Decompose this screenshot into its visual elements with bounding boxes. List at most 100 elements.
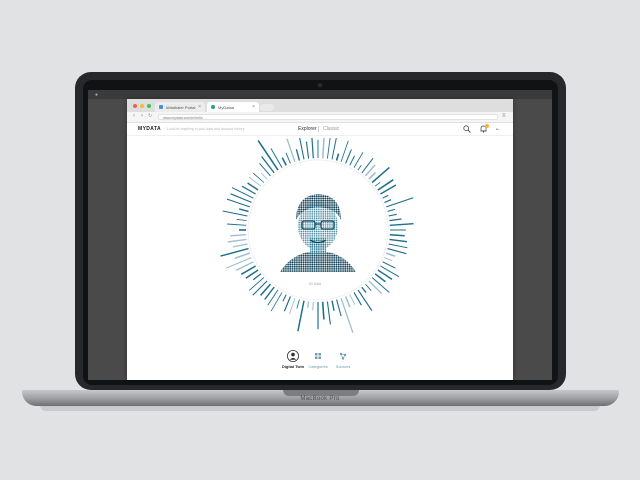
- data-bar: [261, 156, 275, 174]
- data-bar: [231, 187, 254, 199]
- data-bar: [226, 257, 252, 269]
- data-bar: [349, 294, 356, 305]
- data-bar: [248, 277, 265, 291]
- data-bar: [374, 273, 386, 283]
- data-bar: [289, 298, 296, 315]
- tab-portal[interactable]: #Mathaler Portal ×: [155, 102, 205, 112]
- data-bar: [349, 155, 356, 166]
- data-bar: [331, 138, 337, 160]
- tab-label: MyDataa: [218, 105, 235, 110]
- notification-badge: [485, 124, 489, 128]
- data-bar: [236, 218, 247, 222]
- data-bar: [285, 152, 291, 164]
- data-bar: [307, 301, 310, 308]
- data-bar: [345, 149, 352, 164]
- data-bar: [361, 286, 367, 294]
- data-bar: [389, 218, 402, 222]
- data-bar: [357, 289, 373, 312]
- data-bar: [270, 292, 283, 312]
- data-bar: [305, 141, 310, 159]
- data-bar: [252, 273, 262, 281]
- data-bar: [382, 194, 389, 199]
- maximize-window-button[interactable]: [147, 104, 151, 108]
- portal-favicon-icon: [159, 105, 163, 109]
- data-bar: [380, 265, 400, 278]
- data-bar: [384, 257, 393, 262]
- twin-caption: All Data: [308, 282, 322, 286]
- data-bar: [297, 300, 305, 332]
- data-bar: [374, 181, 381, 187]
- data-bar: [230, 234, 247, 237]
- tab-label: #Mathaler Portal: [166, 105, 196, 110]
- network-icon: [339, 352, 347, 360]
- data-bar: [295, 149, 301, 161]
- data-bar: [389, 223, 414, 226]
- person-icon: [287, 350, 299, 362]
- more-options-icon[interactable]: •◦: [496, 127, 500, 133]
- data-bar: [357, 164, 362, 171]
- data-bar: [344, 296, 351, 308]
- mydata-favicon-icon: [211, 105, 215, 109]
- nav-classic[interactable]: Classic: [323, 126, 339, 132]
- data-bar: [232, 243, 248, 248]
- data-bar: [326, 138, 331, 159]
- data-bar: [368, 280, 383, 295]
- nav-label: Sources: [335, 364, 351, 369]
- url-input[interactable]: www.mydata.com/m/hello: [158, 114, 498, 120]
- data-bar: [222, 210, 248, 217]
- data-bar: [227, 238, 247, 243]
- data-bar: [388, 213, 397, 217]
- data-bar: [260, 172, 268, 180]
- data-bar: [283, 296, 291, 312]
- data-bar: [335, 153, 340, 161]
- data-bar: [311, 138, 314, 159]
- browser-menu-icon[interactable]: ≡: [502, 113, 506, 120]
- camera-icon: [318, 83, 322, 87]
- data-bar: [387, 208, 396, 212]
- data-bar: [281, 157, 287, 166]
- app-logo[interactable]: MYDATA: [138, 126, 161, 132]
- close-tab-icon[interactable]: ×: [252, 104, 255, 110]
- tab-mydata[interactable]: MyDataa ×: [207, 102, 259, 112]
- data-bar: [336, 299, 342, 317]
- search-icon[interactable]: [463, 125, 471, 133]
- grid-icon: [315, 353, 321, 359]
- data-bar: [385, 252, 396, 257]
- nav-divider: [318, 126, 319, 132]
- data-bar: [382, 261, 396, 269]
- close-tab-icon[interactable]: ×: [198, 104, 201, 110]
- data-bar: [247, 182, 259, 191]
- data-bar: [312, 301, 314, 311]
- apple-icon[interactable]: ●: [95, 92, 98, 98]
- nav-explorer[interactable]: Explorer: [298, 126, 317, 132]
- digital-twin-visualization[interactable]: [210, 138, 420, 338]
- data-bar: [389, 238, 408, 243]
- reload-icon[interactable]: ↻: [148, 113, 152, 120]
- data-bar: [321, 301, 325, 320]
- data-bar: [270, 148, 283, 168]
- data-bar: [267, 289, 279, 306]
- minimize-window-button[interactable]: [140, 104, 144, 108]
- data-bar: [238, 208, 249, 213]
- data-bar: [386, 197, 414, 208]
- data-bar: [326, 301, 331, 325]
- data-bar: [384, 199, 392, 203]
- data-bar: [371, 166, 390, 184]
- device-brand-label: MacBook Pro: [300, 396, 340, 402]
- data-bar: [226, 223, 247, 226]
- new-tab-button[interactable]: [260, 104, 274, 111]
- data-bar: [299, 138, 305, 160]
- search-input[interactable]: Look for anything in your data and accou…: [167, 127, 244, 131]
- data-bar: [389, 233, 405, 237]
- data-bar: [296, 299, 300, 309]
- data-bar: [365, 283, 372, 291]
- close-window-button[interactable]: [133, 104, 137, 108]
- back-icon[interactable]: ‹: [133, 113, 135, 120]
- data-bar: [388, 243, 408, 249]
- forward-icon[interactable]: ›: [141, 113, 143, 120]
- data-bar: [340, 297, 354, 334]
- data-bar: [387, 248, 407, 255]
- data-bar: [234, 252, 251, 260]
- data-bar: [331, 300, 335, 311]
- data-bar: [371, 277, 390, 293]
